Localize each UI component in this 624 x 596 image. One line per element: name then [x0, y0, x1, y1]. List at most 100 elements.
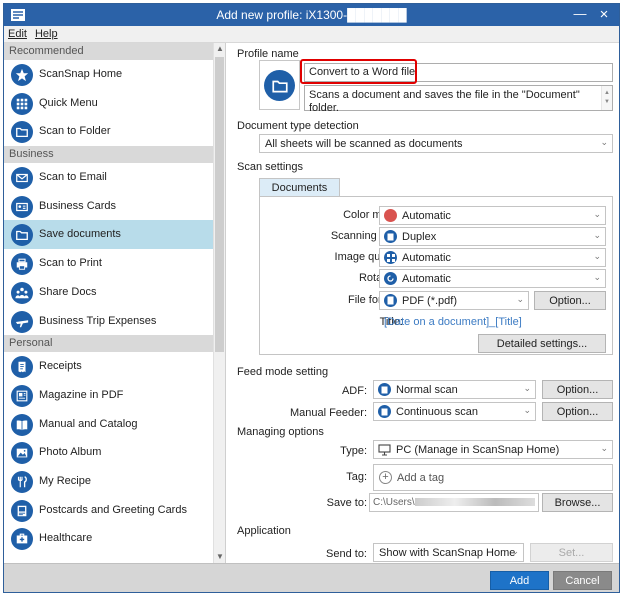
rotation-icon [384, 272, 397, 285]
sidebar-item-scan-to-print[interactable]: Scan to Print [4, 249, 213, 278]
rotation-dropdown[interactable]: Automatic ⌄ [379, 269, 606, 288]
profile-template-list: Recommended ScanSnap Home Quick Menu Sca… [4, 43, 213, 563]
image-quality-dropdown[interactable]: Automatic ⌄ [379, 248, 606, 267]
cancel-button[interactable]: Cancel [553, 571, 612, 590]
feed-mode-heading: Feed mode setting [237, 366, 329, 378]
sidebar-item-quick-menu[interactable]: Quick Menu [4, 89, 213, 118]
adf-scan-icon [378, 383, 391, 396]
sidebar-scrollbar[interactable]: ▲ ▼ [213, 43, 225, 563]
sidebar-item-label: My Recipe [39, 474, 91, 487]
sidebar-item-label: Quick Menu [39, 96, 98, 109]
section-header-business: Business [4, 146, 213, 164]
tab-documents[interactable]: Documents [259, 178, 340, 197]
menu-help[interactable]: Help [31, 26, 62, 40]
profile-description-text: Scans a document and saves the file in t… [309, 89, 580, 114]
file-format-dropdown[interactable]: PDF (*.pdf) ⌄ [379, 291, 529, 310]
sidebar-item-label: Save documents [39, 228, 121, 241]
magazine-icon [11, 384, 33, 407]
sidebar-item-label: Healthcare [39, 532, 93, 545]
scroll-up-arrow-icon[interactable]: ▲ [214, 43, 226, 55]
sidebar-item-photo-album[interactable]: Photo Album [4, 438, 213, 467]
profile-sidebar: Recommended ScanSnap Home Quick Menu Sca… [4, 43, 226, 563]
color-mode-dropdown[interactable]: Automatic ⌄ [379, 206, 606, 225]
medical-icon [11, 528, 33, 551]
document-type-dropdown[interactable]: All sheets will be scanned as documents … [259, 134, 613, 153]
sidebar-item-healthcare[interactable]: Healthcare [4, 524, 213, 553]
adf-value: Normal scan [396, 384, 458, 396]
folder-icon [11, 121, 33, 144]
sidebar-item-magazine-in-pdf[interactable]: Magazine in PDF [4, 381, 213, 410]
sidebar-item-scan-to-email[interactable]: Scan to Email [4, 163, 213, 192]
sidebar-item-label: Scan to Email [39, 171, 107, 184]
document-type-heading: Document type detection [237, 120, 359, 132]
chevron-down-icon: ⌄ [593, 209, 601, 219]
chevron-down-icon: ⌄ [593, 251, 601, 261]
profile-icon-button[interactable] [259, 60, 300, 110]
receipt-icon [11, 356, 33, 379]
sidebar-item-label: Manual and Catalog [39, 417, 138, 430]
profile-description-input[interactable]: Scans a document and saves the file in t… [304, 85, 613, 114]
close-button[interactable]: × [595, 6, 613, 24]
grid-icon [11, 92, 33, 115]
sidebar-item-receipts[interactable]: Receipts [4, 352, 213, 381]
manual-feeder-option-button[interactable]: Option... [542, 402, 613, 421]
postcard-icon [11, 499, 33, 522]
managing-type-value: PC (Manage in ScanSnap Home) [396, 444, 560, 456]
email-icon [11, 167, 33, 190]
profile-window: Add new profile: iX1300-███████ — × Edit… [3, 3, 620, 593]
sidebar-item-label: ScanSnap Home [39, 68, 123, 80]
chevron-down-icon: ⌄ [516, 294, 524, 304]
sidebar-item-share-docs[interactable]: Share Docs [4, 278, 213, 307]
save-to-path-field[interactable]: C:\Users\ [369, 493, 539, 512]
send-to-dropdown[interactable]: Show with ScanSnap Home ⌄ [373, 543, 524, 562]
plane-icon [11, 310, 33, 333]
documents-tab-panel: Color mode: Automatic ⌄ Scanning side: D… [259, 196, 613, 355]
section-header-personal: Personal [4, 335, 213, 353]
adf-option-button[interactable]: Option... [542, 380, 613, 399]
sidebar-item-business-cards[interactable]: Business Cards [4, 192, 213, 221]
sidebar-item-save-documents[interactable]: Save documents [4, 220, 213, 250]
sidebar-item-business-trip-expenses[interactable]: Business Trip Expenses [4, 307, 213, 336]
sidebar-item-postcards-and-greeting-cards[interactable]: Postcards and Greeting Cards [4, 496, 213, 525]
adf-label: ADF: [341, 385, 367, 397]
profile-name-highlight [300, 59, 417, 84]
sidebar-item-manual-and-catalog[interactable]: Manual and Catalog [4, 410, 213, 439]
managing-type-dropdown[interactable]: PC (Manage in ScanSnap Home) ⌄ [373, 440, 613, 459]
scrollbar-thumb[interactable] [215, 57, 224, 352]
chevron-down-icon: ⌄ [523, 383, 531, 393]
sidebar-item-label: Receipts [39, 360, 82, 373]
adf-dropdown[interactable]: Normal scan ⌄ [373, 380, 536, 399]
duplex-icon [384, 230, 397, 243]
scanning-side-dropdown[interactable]: Duplex ⌄ [379, 227, 606, 246]
utensils-icon [11, 470, 33, 493]
detailed-settings-button[interactable]: Detailed settings... [478, 334, 606, 353]
title-format-link[interactable]: [Date on a document]_[Title] [384, 316, 522, 328]
sidebar-item-scan-to-folder[interactable]: Scan to Folder [4, 117, 213, 146]
scroll-down-arrow-icon[interactable]: ▼ [214, 551, 226, 563]
star-icon [11, 64, 33, 86]
chevron-down-icon: ⌄ [593, 272, 601, 282]
chevron-down-icon: ⌄ [600, 443, 608, 453]
menu-edit[interactable]: Edit [4, 26, 31, 40]
add-tag-placeholder: Add a tag [397, 472, 445, 484]
sidebar-item-label: Share Docs [39, 285, 97, 298]
scanning-side-value: Duplex [402, 231, 437, 243]
manual-feeder-icon [378, 405, 391, 418]
file-format-value: PDF (*.pdf) [402, 295, 458, 307]
tag-label: Tag: [346, 471, 367, 483]
file-format-option-button[interactable]: Option... [534, 291, 606, 310]
description-scrollbar[interactable]: ▲ ▼ [601, 86, 612, 110]
send-to-set-button[interactable]: Set... [530, 543, 613, 562]
browse-button[interactable]: Browse... [542, 493, 613, 512]
add-tag-field[interactable]: + Add a tag [373, 464, 613, 491]
sidebar-item-label: Scan to Print [39, 257, 102, 270]
manual-feeder-dropdown[interactable]: Continuous scan ⌄ [373, 402, 536, 421]
minimize-button[interactable]: — [571, 6, 589, 24]
managing-options-heading: Managing options [237, 426, 324, 438]
sidebar-item-label: Postcards and Greeting Cards [39, 503, 187, 516]
add-button[interactable]: Add [490, 571, 549, 590]
sidebar-item-my-recipe[interactable]: My Recipe [4, 467, 213, 496]
book-icon [11, 413, 33, 436]
sidebar-item-label: Business Trip Expenses [39, 314, 157, 327]
sidebar-item-scansnap-home[interactable]: ScanSnap Home [4, 60, 213, 89]
